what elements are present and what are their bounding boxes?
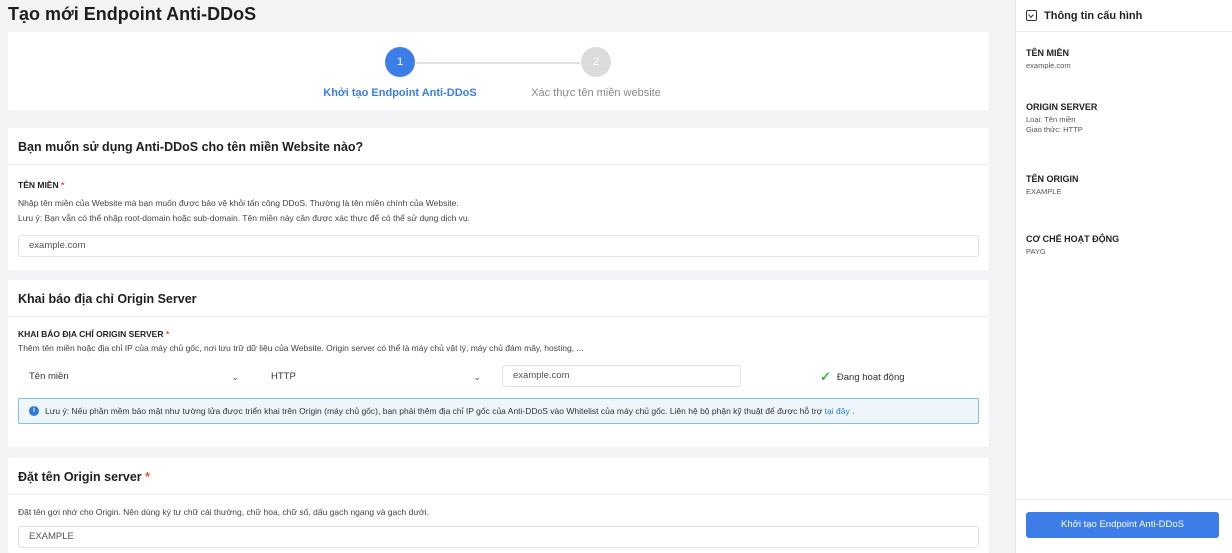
origin-status: ✓ Đang hoạt động <box>820 369 905 385</box>
required-mark: * <box>145 470 151 484</box>
origin-name-input[interactable]: EXAMPLE <box>18 526 979 548</box>
chevron-down-icon: ⌄ <box>231 372 239 382</box>
domain-input[interactable]: example.com <box>18 235 979 257</box>
domain-field-label: TÊN MIỀN * <box>18 180 65 190</box>
origin-section: Khai báo địa chỉ Origin Server KHAI BÁO … <box>8 280 989 447</box>
origin-help: Thêm tên miền hoặc địa chỉ IP của máy ch… <box>18 343 584 353</box>
whitelist-alert: i Lưu ý: Nếu phần mềm bảo mật như tường … <box>18 398 979 424</box>
stepper: 1 Khởi tạo Endpoint Anti-DDoS 2 Xác thực… <box>8 32 989 110</box>
origin-type-value: Tên miền <box>29 371 69 382</box>
origin-name-help: Đặt tên gợi nhớ cho Origin. Nên dùng ký … <box>18 507 429 517</box>
domain-help-line2: Lưu ý: Bạn vẫn có thể nhập root-domain h… <box>18 213 471 223</box>
support-link[interactable]: tại đây <box>825 406 850 416</box>
step-1[interactable]: 1 Khởi tạo Endpoint Anti-DDoS <box>320 47 480 99</box>
origin-address-input[interactable]: example.com <box>502 365 741 387</box>
info-icon: i <box>29 406 39 416</box>
domain-section-title: Bạn muốn sử dụng Anti-DDoS cho tên miền … <box>8 128 989 165</box>
protocol-value: HTTP <box>271 371 296 382</box>
sidebar-origin: ORIGIN SERVER Loại: Tên miền Giao thức: … <box>1026 102 1098 134</box>
config-sidebar: Thông tin cấu hình TÊN MIỀN example.com … <box>1015 0 1232 553</box>
step-2[interactable]: 2 Xác thực tên miền website <box>516 47 676 99</box>
sidebar-title: Thông tin cấu hình <box>1044 9 1143 22</box>
origin-status-text: Đang hoạt động <box>836 371 905 383</box>
required-mark: * <box>165 329 170 339</box>
alert-text: Lưu ý: Nếu phần mềm bảo mật như tường lử… <box>45 406 855 416</box>
domain-help-line1: Nhập tên miền của Website mà bạn muốn đư… <box>18 198 459 208</box>
protocol-select[interactable]: HTTP ⌄ <box>260 365 492 387</box>
origin-name-title: Đặt tên Origin server * <box>8 458 989 495</box>
step-1-number: 1 <box>385 47 415 77</box>
create-endpoint-button[interactable]: Khởi tạo Endpoint Anti-DDoS <box>1026 512 1219 538</box>
origin-section-title: Khai báo địa chỉ Origin Server <box>8 280 989 317</box>
page-title: Tạo mới Endpoint Anti-DDoS <box>8 4 257 24</box>
step-2-number: 2 <box>581 47 611 77</box>
chevron-down-icon: ⌄ <box>473 372 481 382</box>
domain-section: Bạn muốn sử dụng Anti-DDoS cho tên miền … <box>8 128 989 270</box>
sidebar-domain: TÊN MIỀN example.com <box>1026 48 1071 70</box>
required-mark: * <box>61 180 65 190</box>
check-icon: ✓ <box>820 369 831 384</box>
sidebar-origin-name: TÊN ORIGIN EXAMPLE <box>1026 174 1079 196</box>
origin-name-section: Đặt tên Origin server * Đặt tên gợi nhớ … <box>8 458 989 553</box>
step-1-label: Khởi tạo Endpoint Anti-DDoS <box>323 87 477 99</box>
calendar-check-icon <box>1026 10 1037 21</box>
origin-type-select[interactable]: Tên miền ⌄ <box>18 365 250 387</box>
sidebar-footer-divider <box>1016 499 1232 500</box>
sidebar-mechanism: CƠ CHẾ HOẠT ĐỘNG PAYG <box>1026 234 1120 256</box>
origin-field-label: KHAI BÁO ĐỊA CHỈ ORIGIN SERVER * <box>18 329 170 339</box>
sidebar-header: Thông tin cấu hình <box>1016 0 1232 32</box>
step-2-label: Xác thực tên miền website <box>531 87 661 99</box>
